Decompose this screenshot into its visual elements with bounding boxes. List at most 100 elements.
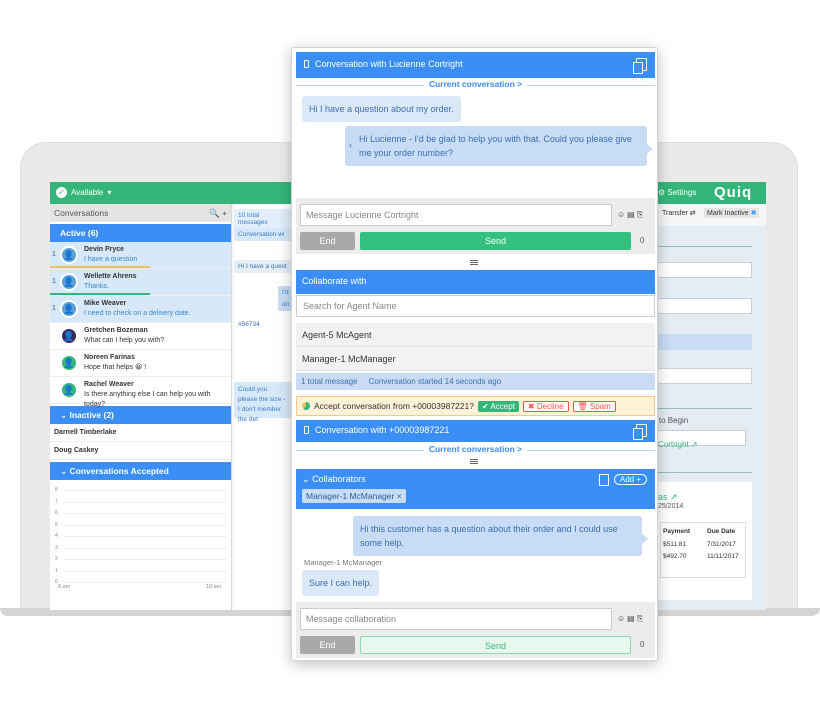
resize-handle[interactable] (470, 260, 478, 265)
settings-label: Settings (667, 188, 697, 197)
current-conversation-text: Current conversation > (423, 79, 528, 89)
attach-icon[interactable]: ⎘ (637, 210, 643, 220)
message-count-2: 0 (640, 640, 645, 649)
accepted-label: Conversations Accepted (69, 466, 169, 476)
agent-option[interactable]: Agent-5 McAgent (296, 323, 655, 347)
total-messages-tag: 10 total messages (234, 209, 292, 229)
chart-gridline (64, 524, 226, 526)
collapse-icon[interactable]: ⌄ (302, 474, 310, 484)
active-section[interactable]: Active (6) (50, 224, 231, 242)
payment-due-date: 7/31/2017 (707, 541, 736, 548)
emoji-icon-2[interactable]: ☺ (617, 614, 625, 624)
end-button-2[interactable]: End (300, 636, 355, 654)
conversation-name: Noreen Farinas (84, 354, 135, 361)
conversation-widget: Conversation with Lucienne Cortright Cur… (291, 47, 658, 661)
end-button[interactable]: End (300, 232, 355, 250)
decline-button[interactable]: ✖ Decline (522, 400, 569, 412)
payment-due-date: 11/11/2017 (707, 553, 739, 560)
chart-gridline (64, 570, 226, 572)
spam-button[interactable]: 🗑 Spam (572, 400, 616, 412)
copy-icon-2[interactable] (633, 424, 647, 440)
conversation-item[interactable]: 1 👤 Devin Pryce I have a question (50, 242, 231, 269)
wait-time-bar (50, 266, 150, 268)
transfer-button[interactable]: Transfer ⇄ (662, 209, 696, 217)
accept-prompt: Accept conversation from +00003987221? (314, 401, 474, 411)
settings-button[interactable]: ⚙ Settings (658, 188, 696, 197)
pending-icon (302, 402, 310, 410)
user-avatar-icon: 👤 (60, 273, 78, 291)
conversation-name: Wellette Ahrens (84, 273, 137, 280)
send-button[interactable]: Send (360, 232, 631, 250)
payment-amount: $492.70 (663, 553, 687, 560)
unread-count: 1 (52, 251, 56, 258)
document-icon-2[interactable]: ▤ (627, 614, 635, 624)
inactive-label: Inactive (2) (69, 410, 114, 420)
customer-field-3[interactable] (654, 334, 752, 350)
agent-option[interactable]: Manager-1 McManager (296, 347, 655, 371)
send-button-2[interactable]: Send (360, 636, 631, 654)
logo-text: Quiq (714, 184, 753, 201)
message-input[interactable]: Message Lucienne Cortright (300, 204, 612, 226)
unread-count: 1 (52, 305, 56, 312)
chart-gridline (64, 501, 226, 503)
mark-inactive-button[interactable]: Mark Inactive ✖ (704, 208, 760, 218)
conversation-item[interactable]: 1 👤 Mike Weaver I need to check on a delive… (50, 296, 231, 323)
inactive-item[interactable]: Darnell Timberlake (50, 424, 231, 442)
cortright-link[interactable]: Cortright ↗ (658, 440, 698, 449)
collaborate-header: Collaborate with (296, 270, 655, 294)
payments-table: Payment Due Date $511.81 7/31/2017 $492.70… (660, 522, 746, 578)
attach-icon-2[interactable]: ⎘ (637, 614, 643, 624)
customer-field-4[interactable] (654, 368, 752, 384)
conversation-item[interactable]: 👤 Rachel Weaver Is there anything else I c… (50, 377, 231, 408)
conv-with-tag: Conversation wi (234, 228, 292, 241)
conversation-item[interactable]: 👤 Gretchen Bozeman What can I help you wit… (50, 323, 231, 350)
current-conversation-link-2[interactable]: Current conversation > (296, 444, 655, 456)
customer-date: /25/2014 (656, 503, 684, 510)
due-date-header: Due Date (707, 528, 736, 535)
copy-icon-3[interactable] (599, 474, 609, 486)
accepted-section[interactable]: ⌄ Conversations Accepted (50, 462, 231, 480)
agent-search-input[interactable]: Search for Agent Name (296, 295, 655, 317)
wait-time-bar (50, 293, 150, 295)
accept-button[interactable]: ✔ Accept (477, 400, 519, 412)
collaborators-title: Collaborators (312, 474, 366, 484)
resize-handle-2[interactable] (470, 459, 478, 464)
conversation-item[interactable]: 👤 Noreen Farinas Hope that helps 😀 ! (50, 350, 231, 377)
inactive-item[interactable]: Doug Caskey (50, 442, 231, 460)
chevron-left-icon[interactable]: ‹ (349, 138, 352, 152)
phone-icon (304, 60, 309, 68)
customer-field-2[interactable] (654, 298, 752, 314)
conversation-name: Gretchen Bozeman (84, 327, 148, 334)
conversations-panel: Conversations 🔍 + Active (6) 1 👤 Devin Pry… (50, 204, 232, 610)
chart-gridline (64, 536, 226, 537)
document-icon[interactable]: ▤ (627, 210, 635, 220)
to-begin-label: r to Begin (654, 416, 689, 425)
chart-x-tick: 10 am (206, 584, 222, 590)
conversation-name: Devin Pryce (84, 246, 125, 253)
divider-2 (654, 408, 752, 409)
chart-y-tick: 8 (55, 487, 58, 493)
chart-gridline (64, 582, 226, 583)
current-conversation-text-2: Current conversation > (423, 444, 528, 454)
add-collaborator-button[interactable]: Add + (613, 474, 647, 485)
search-add-icons[interactable]: 🔍 + (209, 208, 227, 218)
customer-name[interactable]: ias ↗ (656, 492, 678, 503)
mark-inactive-label: Mark Inactive (707, 210, 749, 217)
conversation-name: Mike Weaver (84, 300, 127, 307)
agent-message-text: Hi Lucienne - I'd be glad to help you wi… (359, 134, 632, 158)
status-dropdown[interactable]: ✓ Available ▾ (56, 187, 111, 198)
current-conversation-link[interactable]: Current conversation > (296, 79, 655, 91)
user-avatar-icon: 👤 (60, 246, 78, 264)
copy-icon[interactable] (633, 58, 647, 74)
quiq-logo: Quiq (714, 184, 752, 201)
collab-reply: Sure I can help. (302, 570, 380, 596)
collaborators-panel: ⌄ Collaborators Add + Manager-1 McManage… (296, 469, 655, 509)
customer-field-1[interactable] (654, 262, 752, 278)
emoji-icon[interactable]: ☺ (617, 210, 625, 220)
collaborator-chip[interactable]: Manager-1 McManager × (302, 489, 406, 503)
collab-message-input[interactable]: Message collaboration (300, 608, 612, 630)
transfer-label: Transfer (662, 210, 688, 217)
conversation-item[interactable]: 1 👤 Wellette Ahrens Thanks. (50, 269, 231, 296)
conversation-header: Conversation with Lucienne Cortright (296, 52, 655, 78)
chart-x-tick: 9 am (58, 584, 71, 590)
